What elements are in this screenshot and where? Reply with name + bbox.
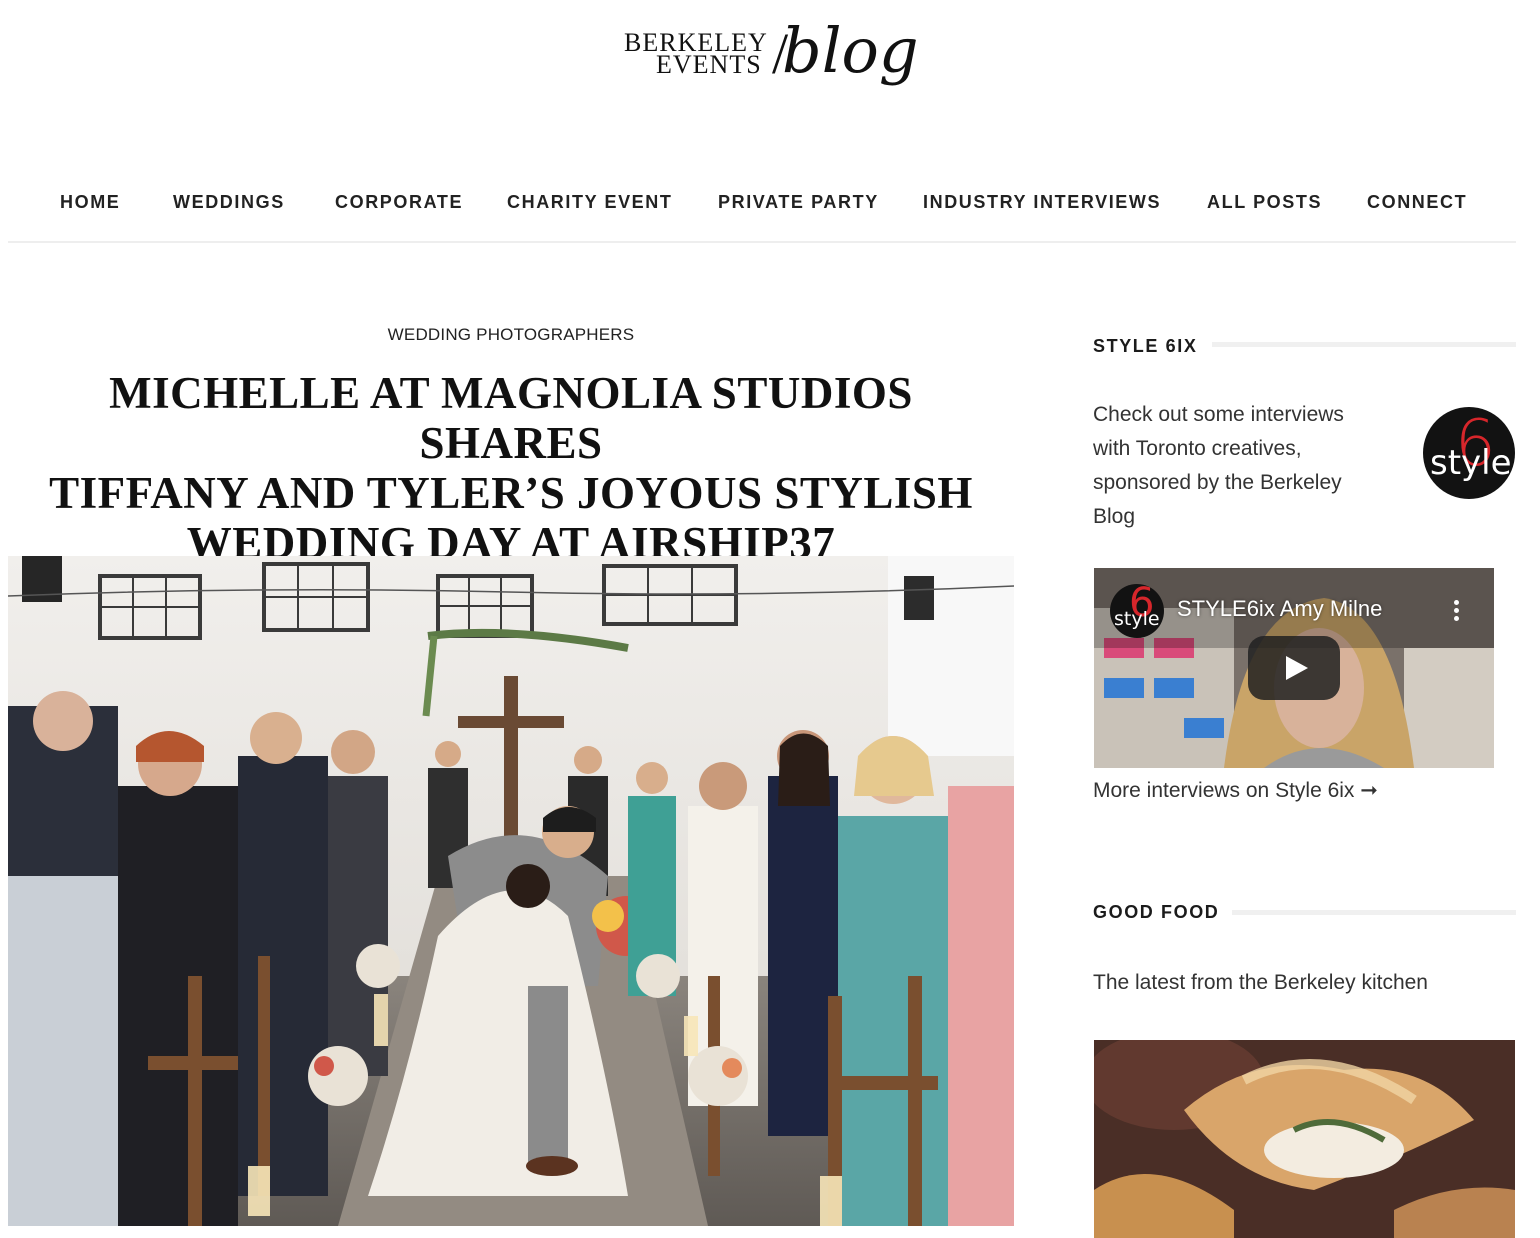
nav-item-all-posts[interactable]: ALL POSTS bbox=[1207, 192, 1322, 213]
post-title-line: TIFFANY AND TYLER’S JOYOUS STYLISH bbox=[49, 468, 973, 518]
logo-blog-script: blog bbox=[782, 14, 919, 87]
nav-item-home[interactable]: HOME bbox=[60, 192, 120, 213]
widget-title-rule bbox=[1212, 342, 1516, 347]
logo-events-text: EVENTS bbox=[656, 50, 762, 79]
good-food-description: The latest from the Berkeley kitchen bbox=[1093, 971, 1428, 994]
post-title-line: MICHELLE AT MAGNOLIA STUDIOS SHARES bbox=[109, 368, 913, 468]
description-line: Blog bbox=[1093, 505, 1136, 528]
description-line: with Toronto creatives, bbox=[1093, 437, 1302, 460]
nav-item-charity-event[interactable]: CHARITY EVENT bbox=[507, 192, 673, 213]
nav-item-industry-interviews[interactable]: INDUSTRY INTERVIEWS bbox=[923, 192, 1161, 213]
channel-avatar[interactable]: 6 style bbox=[1110, 584, 1164, 638]
site-logo[interactable]: BERKELEY EVENTS / blog bbox=[622, 14, 919, 102]
nav-item-connect[interactable]: CONNECT bbox=[1367, 192, 1467, 213]
main-navigation: HOME WEDDINGS CORPORATE CHARITY EVENT PR… bbox=[8, 175, 1516, 243]
good-food-image[interactable] bbox=[1094, 1040, 1515, 1238]
description-line: Check out some interviews bbox=[1093, 403, 1344, 426]
play-button-icon[interactable] bbox=[1248, 636, 1340, 700]
description-line: sponsored by the Berkeley bbox=[1093, 471, 1342, 494]
nav-item-weddings[interactable]: WEDDINGS bbox=[173, 192, 285, 213]
widget-title-style6ix: STYLE 6IX bbox=[1093, 336, 1198, 356]
widget-title-good-food: GOOD FOOD bbox=[1093, 902, 1220, 922]
more-options-icon[interactable] bbox=[1454, 600, 1460, 624]
avatar-word: style bbox=[1114, 608, 1160, 630]
style6ix-logo-badge[interactable]: 6 style bbox=[1423, 407, 1515, 499]
badge-word: style bbox=[1430, 443, 1512, 483]
nav-item-corporate[interactable]: CORPORATE bbox=[335, 192, 463, 213]
nav-item-private-party[interactable]: PRIVATE PARTY bbox=[718, 192, 879, 213]
wedding-ceremony-photo bbox=[8, 556, 1014, 1226]
food-photo bbox=[1094, 1040, 1515, 1238]
post-featured-image[interactable] bbox=[8, 556, 1014, 1226]
more-interviews-link[interactable]: More interviews on Style 6ix ➞ bbox=[1093, 778, 1378, 803]
widget-title-rule bbox=[1232, 910, 1516, 915]
embedded-video-player[interactable]: 6 style STYLE6ix Amy Milne bbox=[1094, 568, 1494, 768]
post-category-link[interactable]: WEDDING PHOTOGRAPHERS bbox=[8, 325, 1014, 345]
style6ix-description: Check out some interviews with Toronto c… bbox=[1093, 398, 1413, 534]
post-title[interactable]: MICHELLE AT MAGNOLIA STUDIOS SHARES TIFF… bbox=[30, 368, 992, 568]
video-title[interactable]: STYLE6ix Amy Milne bbox=[1177, 596, 1382, 622]
